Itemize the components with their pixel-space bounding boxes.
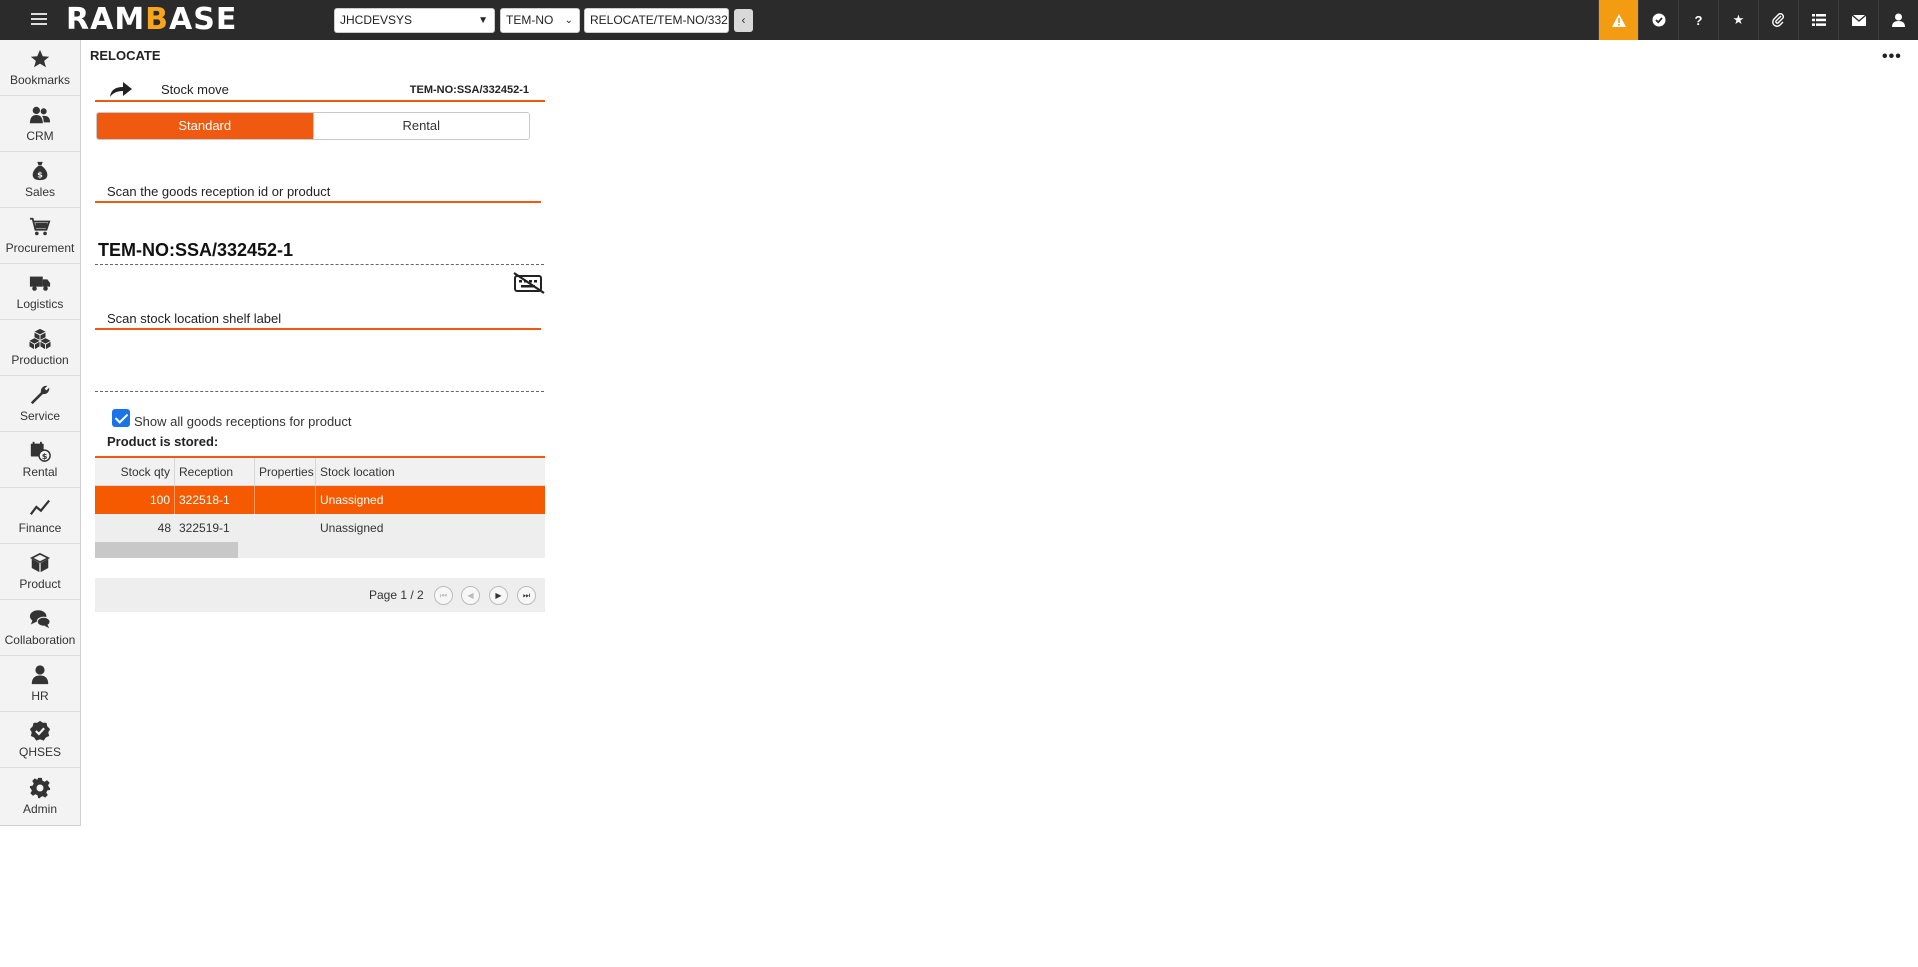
standard-toggle-button[interactable]: Standard [97, 113, 313, 139]
scan-goods-section: Scan the goods reception id or product [95, 181, 541, 203]
sidebar-item-product[interactable]: Product [0, 544, 80, 600]
box-icon [29, 552, 51, 573]
show-all-receptions-label[interactable]: Show all goods receptions for product [134, 414, 352, 429]
alert-icon[interactable] [1598, 0, 1638, 40]
previous-page-icon[interactable]: ◀ [461, 586, 480, 605]
table-row[interactable]: 100 322518-1 Unassigned [95, 486, 545, 514]
next-page-icon[interactable]: ▶ [489, 586, 508, 605]
hamburger-menu-icon[interactable] [28, 10, 50, 30]
rental-icon: $ [30, 441, 51, 462]
sidebar-item-sales[interactable]: $ Sales [0, 152, 80, 208]
stock-grid: Stock qty Reception Properties Stock loc… [95, 456, 545, 558]
user-icon[interactable] [1878, 0, 1918, 40]
sidebar-item-hr[interactable]: HR [0, 656, 80, 712]
col-header-reception[interactable]: Reception [175, 458, 255, 485]
show-all-receptions-row: Show all goods receptions for product [112, 406, 352, 429]
sidebar-item-procurement[interactable]: Procurement [0, 208, 80, 264]
product-stored-label: Product is stored: [107, 434, 219, 449]
mail-icon[interactable] [1838, 0, 1878, 40]
cell-stock-qty: 100 [95, 486, 175, 514]
cell-reception: 322519-1 [179, 521, 230, 535]
dropdown-caret-icon: ▼ [478, 15, 488, 26]
wrench-icon [30, 385, 50, 405]
more-options-icon[interactable]: ••• [1882, 48, 1902, 66]
sidebar-item-finance[interactable]: Finance [0, 488, 80, 544]
page-title: RELOCATE [90, 48, 161, 63]
sidebar-item-bookmarks[interactable]: Bookmarks [0, 40, 80, 96]
sidebar: Bookmarks CRM $ Sales Procurement Logist… [0, 40, 81, 826]
col-header-properties[interactable]: Properties [255, 458, 316, 485]
scan-goods-underline [95, 264, 544, 265]
scrollbar-thumb[interactable] [95, 542, 238, 558]
reference-id: TEM-NO:SSA/332452-1 [409, 84, 529, 96]
top-bar: RAMBASE JHCDEVSYS ▼ TEM-NO ⌄ RELOCATE/TEM-… [0, 0, 1918, 40]
col-header-stock-qty[interactable]: Stock qty [95, 458, 175, 485]
cell-stock-location: Unassigned [320, 521, 384, 535]
svg-text:$: $ [37, 169, 43, 179]
scan-shelf-input[interactable] [95, 391, 544, 392]
gear-icon [29, 777, 51, 798]
cell-stock-qty: 48 [157, 521, 171, 535]
pager: Page 1 / 2 ⏮ ◀ ▶ ⏭ [95, 578, 545, 612]
keyboard-off-icon[interactable] [513, 272, 545, 294]
sidebar-item-qhses[interactable]: QHSES [0, 712, 80, 768]
redo-arrow-icon[interactable] [109, 80, 133, 98]
scan-shelf-section: Scan stock location shelf label [95, 308, 541, 330]
company-select[interactable]: TEM-NO ⌄ [500, 8, 580, 33]
grid-header-row: Stock qty Reception Properties Stock loc… [95, 458, 545, 486]
sidebar-item-production[interactable]: Production [0, 320, 80, 376]
last-page-icon[interactable]: ⏭ [517, 586, 536, 605]
sidebar-item-crm[interactable]: CRM [0, 96, 80, 152]
stock-move-header: Stock move TEM-NO:SSA/332452-1 [95, 78, 545, 102]
toolbar-icons: ? ★ [1598, 0, 1918, 40]
attachment-icon[interactable] [1758, 0, 1798, 40]
cart-icon [29, 217, 51, 236]
first-page-icon[interactable]: ⏮ [434, 586, 453, 605]
cell-stock-location: Unassigned [320, 493, 384, 507]
scan-goods-input[interactable]: TEM-NO:SSA/332452-1 [98, 240, 293, 261]
scan-goods-label: Scan the goods reception id or product [107, 184, 331, 199]
star-icon[interactable]: ★ [1718, 0, 1758, 40]
chevron-down-icon: ⌄ [564, 15, 573, 26]
check-badge-icon [29, 720, 51, 741]
sidebar-item-collaboration[interactable]: Collaboration [0, 600, 80, 656]
svg-text:$: $ [42, 451, 48, 461]
sidebar-item-service[interactable]: Service [0, 376, 80, 432]
people-icon [29, 106, 51, 124]
boxes-icon [29, 328, 51, 350]
sidebar-item-admin[interactable]: Admin [0, 768, 80, 824]
database-select[interactable]: JHCDEVSYS ▼ [334, 8, 495, 33]
col-header-stock-location[interactable]: Stock location [316, 458, 545, 485]
page-indicator: Page 1 / 2 [369, 588, 424, 602]
chart-line-icon [29, 499, 51, 515]
person-icon [31, 665, 49, 685]
cell-properties [255, 486, 316, 514]
money-bag-icon: $ [32, 161, 48, 181]
cell-properties [255, 514, 316, 542]
stock-move-title: Stock move [161, 82, 229, 97]
horizontal-scrollbar[interactable] [95, 542, 545, 558]
rental-toggle-button[interactable]: Rental [312, 113, 529, 139]
back-button[interactable]: ‹ [734, 9, 753, 32]
help-icon[interactable]: ? [1678, 0, 1718, 40]
rambase-logo[interactable]: RAMBASE [66, 4, 237, 36]
sidebar-item-logistics[interactable]: Logistics [0, 264, 80, 320]
truck-icon [29, 276, 51, 291]
chat-icon [29, 610, 51, 629]
scan-shelf-label: Scan stock location shelf label [107, 311, 282, 326]
sidebar-item-rental[interactable]: $ Rental [0, 432, 80, 488]
show-all-receptions-checkbox[interactable] [112, 408, 130, 427]
check-badge-icon[interactable] [1638, 0, 1678, 40]
relocate-panel: Stock move TEM-NO:SSA/332452-1 Standard … [95, 78, 545, 612]
cell-reception: 322518-1 [175, 486, 255, 514]
list-icon[interactable] [1798, 0, 1838, 40]
table-row[interactable]: 48 322519-1 Unassigned [95, 514, 545, 542]
star-icon [30, 49, 50, 68]
mode-toggle: Standard Rental [96, 112, 530, 140]
path-input[interactable]: RELOCATE/TEM-NO/332 [584, 8, 729, 33]
